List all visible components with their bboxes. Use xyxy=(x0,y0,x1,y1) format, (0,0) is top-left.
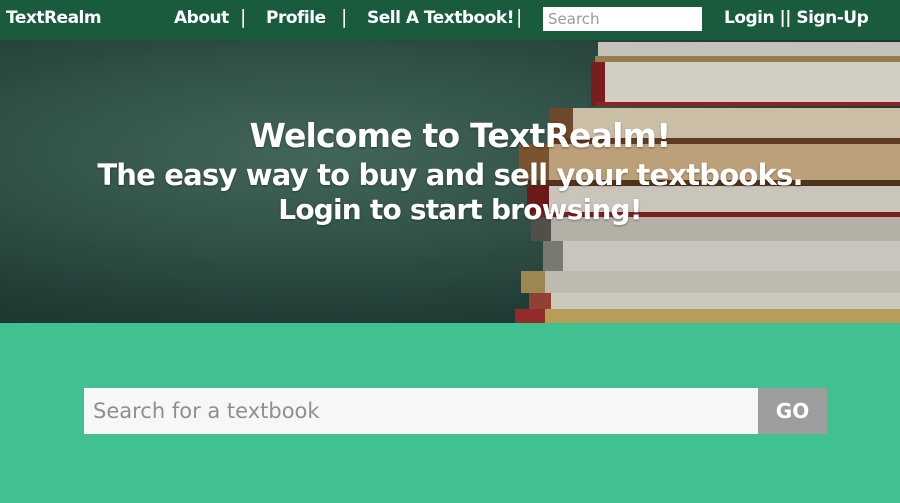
brand-logo[interactable]: TextRealm xyxy=(6,8,102,28)
textbook-search-input[interactable] xyxy=(84,388,758,434)
nav-separator: | xyxy=(516,6,523,28)
nav-link-profile[interactable]: Profile xyxy=(266,8,326,28)
nav-search-input[interactable] xyxy=(543,7,702,31)
top-nav: TextRealm About | Profile | Sell A Textb… xyxy=(0,0,900,40)
nav-separator: | xyxy=(240,6,247,28)
hero-title: Welcome to TextRealm! xyxy=(249,116,672,155)
textbook-search-bar: GO xyxy=(84,388,827,434)
login-signup-link[interactable]: Login || Sign-Up xyxy=(724,8,869,28)
hero-subtitle: The easy way to buy and sell your textbo… xyxy=(97,158,803,192)
hero-banner: Welcome to TextRealm! The easy way to bu… xyxy=(0,40,900,323)
go-button[interactable]: GO xyxy=(758,388,827,434)
nav-link-about[interactable]: About xyxy=(174,8,229,28)
nav-link-sell-textbook[interactable]: Sell A Textbook! xyxy=(367,8,514,28)
hero-cta-text: Login to start browsing! xyxy=(278,193,642,226)
nav-separator: | xyxy=(341,6,348,28)
